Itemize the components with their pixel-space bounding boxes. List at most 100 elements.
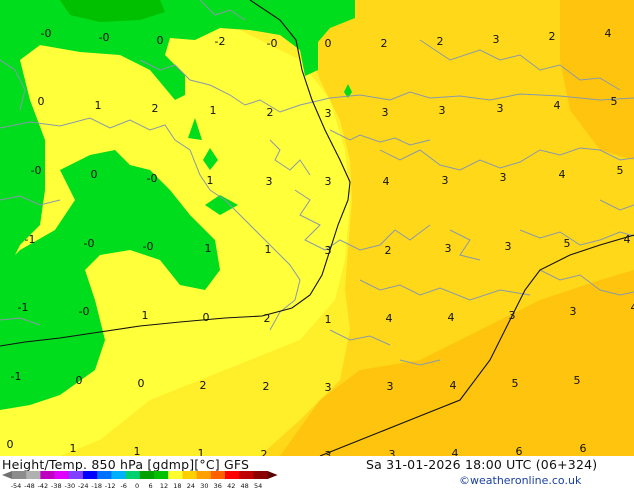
temperature-label: 3 — [439, 104, 446, 117]
colorbar-swatch — [196, 471, 212, 479]
temperature-label: 2 — [385, 244, 392, 257]
colorbar-tick-label: -24 — [78, 482, 89, 490]
temperature-label: 4 — [452, 447, 459, 456]
colorbar-tick-label: -12 — [105, 482, 116, 490]
map-canvas: -0 -0 0 -2 -0 0 2 2 3 2 4 0 1 2 1 2 3 3 3 3 4 5 -0 0 -0 1 3 3 4 3 3 4 5 -… — [0, 0, 634, 456]
temperature-label: 6 — [580, 442, 587, 455]
temperature-label: -0 — [41, 27, 52, 40]
temperature-label: -0 — [84, 237, 95, 250]
temperature-label: 4 — [383, 175, 390, 188]
temperature-label: 5 — [574, 374, 581, 387]
colorbar-swatch — [111, 471, 126, 479]
temperature-label: 4 — [450, 379, 457, 392]
temperature-label: -0 — [143, 240, 154, 253]
temperature-label: -1 — [25, 233, 36, 246]
temperature-label: 2 — [261, 448, 268, 456]
temperature-label: 0 — [157, 34, 164, 47]
temperature-label: 3 — [325, 381, 332, 394]
map-title: Height/Temp. 850 hPa [gdmp][°C] GFS — [2, 457, 250, 472]
temperature-label: 3 — [325, 107, 332, 120]
temperature-label: -0 — [267, 37, 278, 50]
colorbar-tick-label: -38 — [51, 482, 62, 490]
valid-time: Sa 31-01-2026 18:00 UTC (06+324) — [366, 457, 598, 472]
colorbar-swatch — [68, 471, 84, 479]
temperature-label: 3 — [493, 33, 500, 46]
temperature-label: 1 — [265, 243, 272, 256]
temperature-label: 3 — [445, 242, 452, 255]
temperature-label: 0 — [325, 37, 332, 50]
colorbar-tick-label: 48 — [241, 482, 249, 490]
temperature-label: 4 — [631, 301, 634, 314]
colorbar-swatch — [26, 471, 41, 479]
temperature-label: 1 — [210, 104, 217, 117]
colorbar-swatch — [40, 471, 55, 479]
temperature-label: -1 — [18, 301, 29, 314]
temperature-label: 2 — [152, 102, 159, 115]
temperature-label: 5 — [611, 95, 618, 108]
colorbar-swatch — [210, 471, 226, 479]
temperature-label: 3 — [325, 449, 332, 456]
colorbar-tick-label: 6 — [148, 482, 152, 490]
temperature-label: -1 — [11, 370, 22, 383]
temperature-label: 5 — [512, 377, 519, 390]
colorbar-swatch — [139, 471, 155, 479]
temperature-label: 3 — [570, 305, 577, 318]
temperature-label: 1 — [207, 174, 214, 187]
colorbar-tick-label: 24 — [187, 482, 195, 490]
colorbar-tick-label: -18 — [91, 482, 102, 490]
temperature-label: 4 — [448, 311, 455, 324]
colorbar-swatch — [125, 471, 141, 479]
temperature-label: 4 — [559, 168, 566, 181]
temperature-label: 2 — [437, 35, 444, 48]
temperature-label: 3 — [382, 106, 389, 119]
temperature-label: 3 — [497, 102, 504, 115]
temperature-label: 1 — [95, 99, 102, 112]
temperature-label: -0 — [147, 172, 158, 185]
footer-bar: Height/Temp. 850 hPa [gdmp][°C] GFS Sa 3… — [0, 456, 634, 490]
temperature-label: 1 — [134, 445, 141, 456]
colorbar-tick-label: -48 — [24, 482, 35, 490]
colorbar-tick-label: 0 — [135, 482, 139, 490]
colorbar-swatch — [54, 471, 70, 479]
colorbar-swatch — [154, 471, 169, 479]
temperature-label: 3 — [389, 448, 396, 456]
colorbar-tick-label: 18 — [173, 482, 181, 490]
colorbar-swatch — [97, 471, 112, 479]
temperature-label: -0 — [31, 164, 42, 177]
credit-link[interactable]: ©weatheronline.co.uk — [459, 474, 581, 487]
weather-map: -0 -0 0 -2 -0 0 2 2 3 2 4 0 1 2 1 2 3 3 3 3 4 5 -0 0 -0 1 3 3 4 3 3 4 5 -… — [0, 0, 634, 456]
temperature-label: 4 — [554, 99, 561, 112]
colorbar-tick-label: -6 — [120, 482, 126, 490]
temperature-label: 3 — [509, 309, 516, 322]
colorbar-tick-label: 42 — [227, 482, 235, 490]
temperature-label: 3 — [266, 175, 273, 188]
colorbar-swatch — [253, 471, 268, 479]
temperature-label: 0 — [138, 377, 145, 390]
temperature-label: 0 — [91, 168, 98, 181]
temperature-label: 0 — [38, 95, 45, 108]
colorbar-swatch — [12, 471, 27, 479]
colorbar-tick-label: -54 — [11, 482, 22, 490]
temperature-label: 6 — [516, 445, 523, 456]
colorbar-tick-label: 36 — [214, 482, 222, 490]
temperature-label: -0 — [79, 305, 90, 318]
temperature-label: 2 — [549, 30, 556, 43]
temperature-label: -0 — [99, 31, 110, 44]
temperature-label: 2 — [264, 312, 271, 325]
colorbar-swatch — [83, 471, 98, 479]
temperature-label: 1 — [325, 313, 332, 326]
temperature-label: 2 — [263, 380, 270, 393]
colorbar-tick-label: 12 — [160, 482, 168, 490]
temperature-label: 1 — [142, 309, 149, 322]
temperature-label: 3 — [325, 244, 332, 257]
temperature-label: 3 — [500, 171, 507, 184]
temperature-label: 2 — [267, 106, 274, 119]
colorbar: -54 -48 -42 -38 -30 -24 -18 -12 -6 0 6 12 18 24 30 36 42… — [2, 471, 278, 490]
temperature-label: 4 — [624, 233, 631, 246]
temperature-label: 3 — [325, 175, 332, 188]
temperature-label: 4 — [386, 312, 393, 325]
temperature-label: 5 — [617, 164, 624, 177]
colorbar-arrow-left — [2, 471, 12, 479]
temperature-label: 0 — [7, 438, 14, 451]
temperature-label: 1 — [70, 442, 77, 455]
